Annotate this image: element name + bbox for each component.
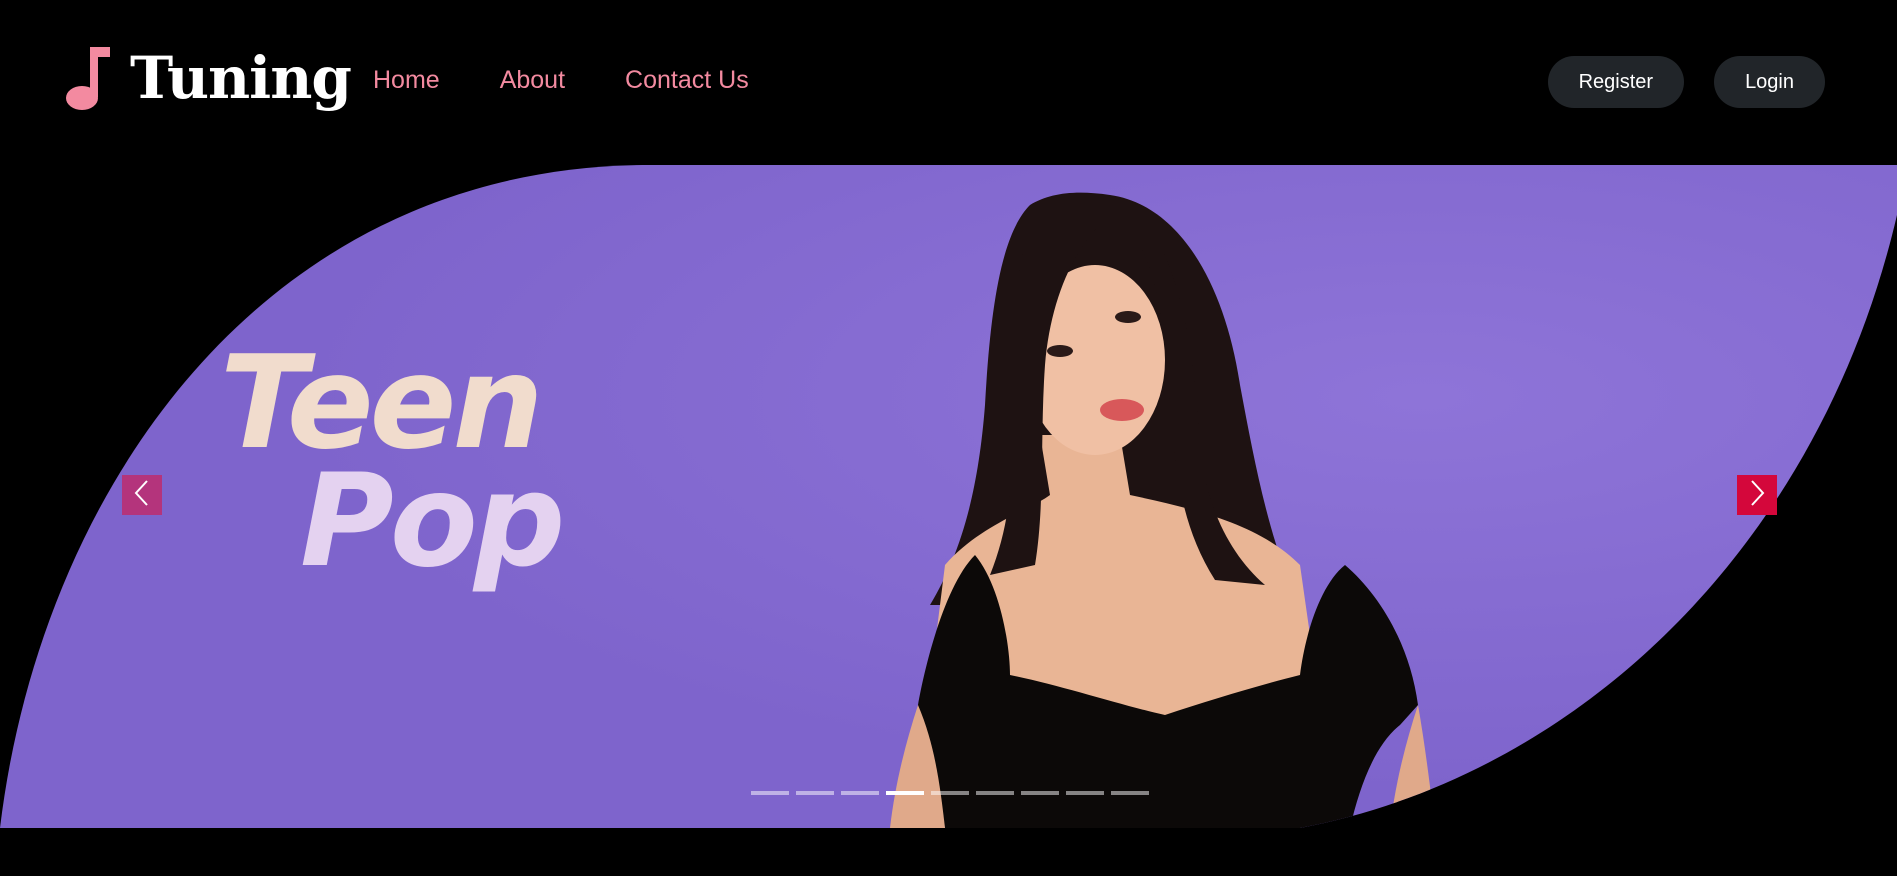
register-button[interactable]: Register [1547,56,1685,108]
brand-name: Tuning [130,44,352,112]
carousel-indicators [751,791,1149,795]
carousel-prev-button[interactable] [122,475,162,515]
auth-buttons: Register Login [1547,56,1825,108]
carousel-indicator[interactable] [1111,791,1149,795]
main-nav: Home About Contact Us [373,66,749,95]
carousel-indicator[interactable] [751,791,789,795]
carousel-indicator[interactable] [1021,791,1059,795]
chevron-right-icon [1747,478,1767,513]
music-note-icon [64,44,112,112]
genre-title: Teen Pop [220,340,565,596]
carousel-indicator[interactable] [796,791,834,795]
navbar: Tuning Home About Contact Us Register Lo… [0,0,1897,165]
nav-link-contact-us[interactable]: Contact Us [625,66,749,95]
hero-carousel: Teen Pop [0,165,1897,828]
carousel-indicator[interactable] [886,791,924,795]
genre-title-line-2: Pop [300,447,565,596]
login-button[interactable]: Login [1714,56,1825,108]
nav-link-about[interactable]: About [500,66,565,95]
carousel-indicator[interactable] [976,791,1014,795]
carousel-indicator[interactable] [841,791,879,795]
brand-logo-link[interactable]: Tuning [64,44,352,112]
carousel-indicator[interactable] [1066,791,1104,795]
carousel-indicator[interactable] [931,791,969,795]
carousel-next-button[interactable] [1737,475,1777,515]
nav-link-home[interactable]: Home [373,66,440,95]
chevron-left-icon [132,478,152,513]
